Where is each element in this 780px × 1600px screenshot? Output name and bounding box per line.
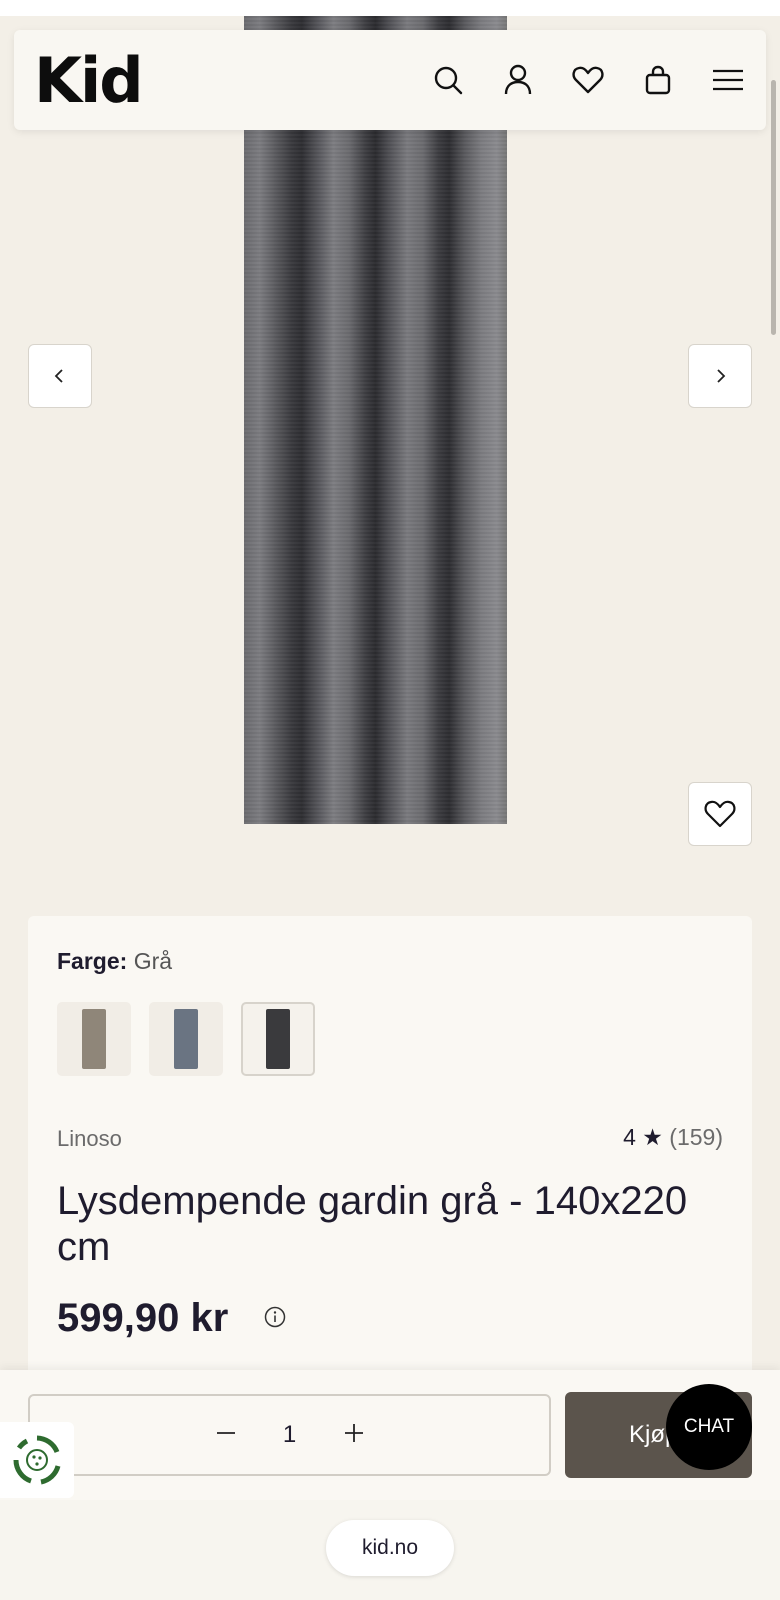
color-swatch-beige[interactable] xyxy=(57,1002,131,1076)
eco-badge[interactable] xyxy=(0,1422,74,1498)
info-icon[interactable] xyxy=(264,1306,286,1333)
review-count: (159) xyxy=(669,1124,723,1150)
star-icon: ★ xyxy=(642,1124,663,1150)
gallery-next-button[interactable] xyxy=(688,344,752,408)
top-strip xyxy=(0,0,780,16)
bag-icon[interactable] xyxy=(640,62,676,98)
browser-bottom-bar: kid.no xyxy=(0,1500,780,1600)
quantity-value[interactable]: 1 xyxy=(280,1421,300,1449)
chevron-right-icon xyxy=(717,369,726,383)
add-to-wishlist-button[interactable] xyxy=(688,782,752,846)
rating-value: 4 xyxy=(623,1124,636,1150)
color-swatch-gray[interactable] xyxy=(241,1002,315,1076)
scrollbar[interactable] xyxy=(771,80,776,335)
color-selection-label: Farge: Grå xyxy=(57,948,172,975)
product-rating[interactable]: 4 ★ (159) xyxy=(623,1124,723,1151)
minus-icon[interactable] xyxy=(216,1423,236,1448)
swatch-image xyxy=(174,1009,198,1069)
quantity-stepper: 1 xyxy=(28,1394,551,1476)
purchase-bar: 1 Kjøp xyxy=(0,1370,780,1500)
gallery-prev-button[interactable] xyxy=(28,344,92,408)
chevron-left-icon xyxy=(54,369,63,383)
plus-icon[interactable] xyxy=(344,1423,364,1448)
swatch-image xyxy=(266,1009,290,1069)
site-logo[interactable]: Kid xyxy=(34,44,144,117)
header-actions xyxy=(430,62,746,98)
chat-button[interactable]: CHAT xyxy=(666,1384,752,1470)
user-icon[interactable] xyxy=(500,62,536,98)
heart-icon xyxy=(704,800,736,828)
product-info-panel: Farge: Grå Linoso 4 ★ (159) Lysdempende … xyxy=(28,916,752,1376)
heart-icon[interactable] xyxy=(570,62,606,98)
product-image-gallery[interactable] xyxy=(0,16,780,916)
url-bar[interactable]: kid.no xyxy=(326,1520,454,1576)
color-swatches xyxy=(57,1002,315,1076)
color-swatch-blue[interactable] xyxy=(149,1002,223,1076)
url-text: kid.no xyxy=(361,1536,419,1559)
color-value: Grå xyxy=(133,948,173,974)
color-label: Farge: xyxy=(57,948,128,974)
product-price: 599,90 kr xyxy=(57,1296,229,1340)
menu-icon[interactable] xyxy=(710,62,746,98)
swatch-image xyxy=(82,1009,106,1069)
chat-label: CHAT xyxy=(683,1416,735,1437)
product-image xyxy=(244,16,507,824)
recycle-icon xyxy=(13,1435,61,1485)
product-brand[interactable]: Linoso xyxy=(57,1126,122,1152)
site-header: Kid xyxy=(14,30,766,130)
product-title: Lysdempende gardin grå - 140x220 cm xyxy=(57,1179,688,1269)
search-icon[interactable] xyxy=(430,62,466,98)
